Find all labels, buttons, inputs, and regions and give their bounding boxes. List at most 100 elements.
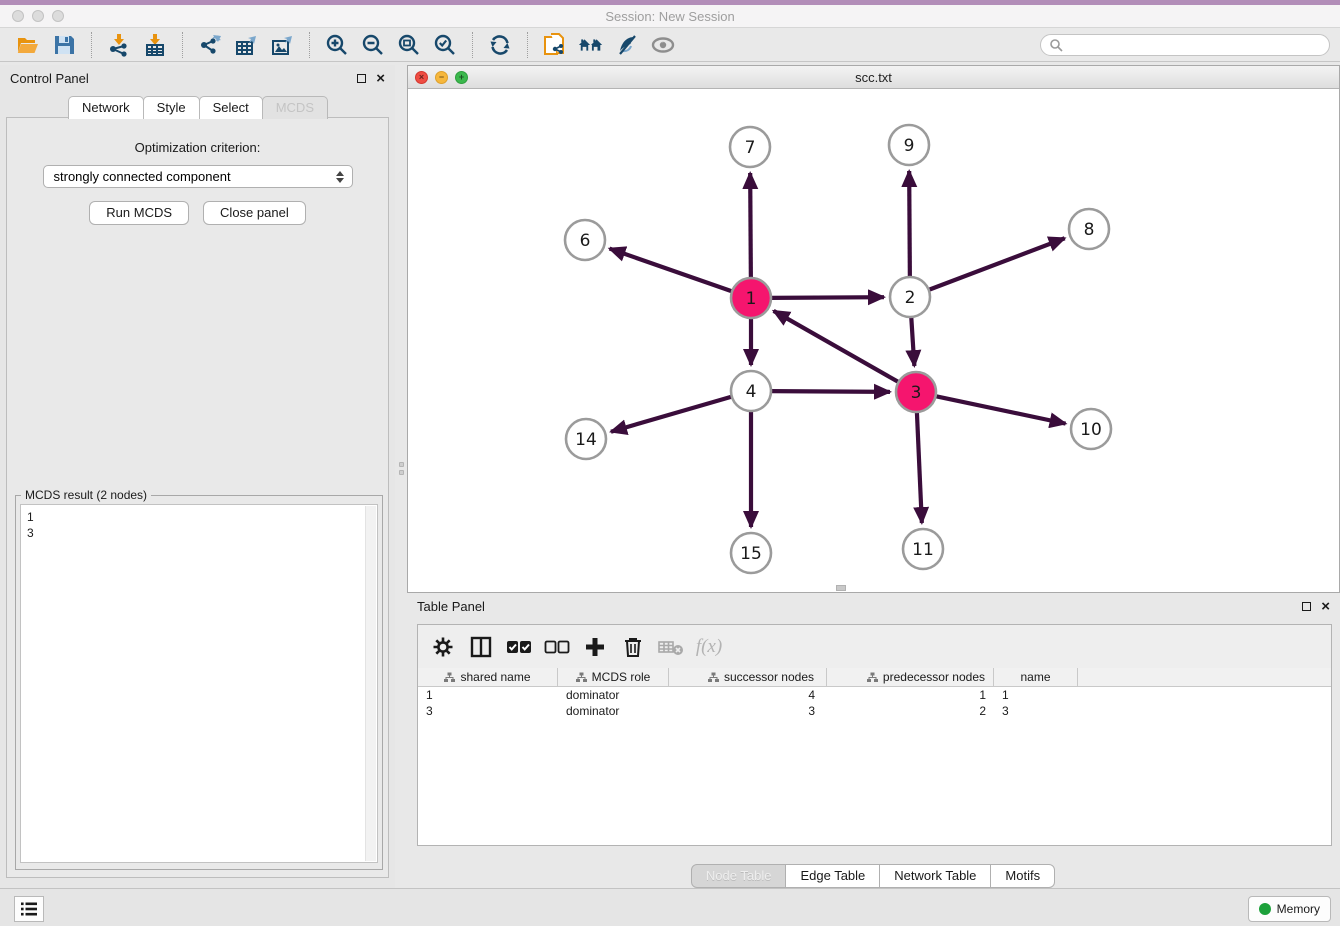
run-mcds-button[interactable]: Run MCDS (89, 201, 189, 225)
graph-edge-3-11[interactable] (917, 412, 922, 523)
eye-icon[interactable] (650, 32, 676, 58)
graph-edge-3-10[interactable] (936, 396, 1066, 423)
task-history-button[interactable] (14, 896, 44, 922)
toolbar-separator (472, 32, 473, 58)
import-network-icon[interactable] (106, 32, 132, 58)
table-row[interactable]: 1dominator411 (418, 687, 1331, 703)
graph-node-2[interactable]: 2 (890, 277, 930, 317)
splitter-handle[interactable] (398, 462, 404, 480)
close-table-panel-icon[interactable]: × (1321, 599, 1330, 614)
graph-node-1[interactable]: 1 (731, 278, 771, 318)
column-header-predecessor-nodes[interactable]: predecessor nodes (827, 668, 994, 686)
network-canvas[interactable]: 7 9 6 8 1 2 4 3 14 10 15 11 (408, 89, 1339, 592)
zoom-selected-icon[interactable] (432, 32, 458, 58)
svg-text:9: 9 (904, 136, 915, 156)
main-toolbar (0, 28, 1340, 62)
memory-button[interactable]: Memory (1248, 896, 1331, 922)
graph-node-11[interactable]: 11 (903, 529, 943, 569)
settings-gear-icon[interactable] (428, 633, 458, 661)
tab-mcds[interactable]: MCDS (262, 96, 328, 119)
node-table-container: f(x) shared nameMCDS rolesuccessor nodes… (417, 624, 1332, 846)
graph-edge-4-3[interactable] (771, 391, 890, 392)
column-header-name[interactable]: name (994, 668, 1078, 686)
graph-node-4[interactable]: 4 (731, 371, 771, 411)
delete-table-icon[interactable] (656, 633, 686, 661)
network-window-titlebar[interactable]: × − + scc.txt (408, 66, 1339, 89)
control-panel-title: Control Panel (10, 71, 89, 86)
tab-select[interactable]: Select (199, 96, 263, 119)
show-column-panel-icon[interactable] (466, 633, 496, 661)
graph-node-7[interactable]: 7 (730, 127, 770, 167)
function-builder-icon[interactable]: f(x) (694, 633, 724, 661)
mcds-result-text: 1 3 (27, 509, 34, 541)
svg-text:11: 11 (912, 540, 934, 560)
graph-edge-1-2[interactable] (771, 297, 884, 298)
zoom-fit-icon[interactable] (396, 32, 422, 58)
float-panel-icon[interactable] (357, 74, 366, 83)
list-icon (20, 901, 38, 917)
optimization-criterion-label: Optimization criterion: (7, 140, 388, 155)
graph-node-6[interactable]: 6 (565, 220, 605, 260)
tab-motifs[interactable]: Motifs (990, 864, 1055, 888)
search-input[interactable] (1063, 38, 1321, 52)
svg-text:4: 4 (746, 382, 757, 402)
hide-graphics-details-icon[interactable] (614, 32, 640, 58)
column-header-MCDS-role[interactable]: MCDS role (558, 668, 669, 686)
graph-node-10[interactable]: 10 (1071, 409, 1111, 449)
table-toolbar: f(x) (418, 625, 1331, 668)
tab-network[interactable]: Network (68, 96, 144, 119)
graph-node-9[interactable]: 9 (889, 125, 929, 165)
clone-network-icon[interactable] (542, 32, 568, 58)
import-table-icon[interactable] (142, 32, 168, 58)
optimization-criterion-select[interactable]: strongly connected component (43, 165, 353, 188)
graph-edge-1-6[interactable] (610, 249, 733, 292)
graph-edge-3-1[interactable] (774, 311, 899, 382)
tab-edge-table[interactable]: Edge Table (785, 864, 880, 888)
open-session-icon[interactable] (15, 32, 41, 58)
export-table-icon[interactable] (233, 32, 259, 58)
deselect-all-icon[interactable] (542, 633, 572, 661)
export-network-icon[interactable] (197, 32, 223, 58)
graph-node-3[interactable]: 3 (896, 372, 936, 412)
mcds-result-box[interactable]: 1 3 (20, 504, 378, 863)
graph-node-8[interactable]: 8 (1069, 209, 1109, 249)
optimization-criterion-value: strongly connected component (54, 169, 231, 184)
delete-column-icon[interactable] (618, 633, 648, 661)
svg-text:6: 6 (580, 231, 591, 251)
graph-edge-2-9[interactable] (909, 171, 910, 277)
homes-icon[interactable] (578, 32, 604, 58)
svg-text:3: 3 (911, 383, 922, 403)
toolbar-separator (91, 32, 92, 58)
graph-edge-2-3[interactable] (911, 317, 914, 366)
zoom-out-icon[interactable] (360, 32, 386, 58)
graph-edge-2-8[interactable] (929, 238, 1065, 290)
window-title: Session: New Session (0, 9, 1340, 24)
graph-node-15[interactable]: 15 (731, 533, 771, 573)
table-tabs: Node TableEdge TableNetwork TableMotifs (407, 864, 1340, 888)
tab-style[interactable]: Style (143, 96, 200, 119)
canvas-scroll-thumb[interactable] (836, 585, 846, 591)
graph-edge-4-14[interactable] (611, 397, 732, 432)
save-session-icon[interactable] (51, 32, 77, 58)
graph-node-14[interactable]: 14 (566, 419, 606, 459)
close-panel-button[interactable]: Close panel (203, 201, 306, 225)
tab-node-table[interactable]: Node Table (691, 864, 787, 888)
svg-text:8: 8 (1084, 220, 1095, 240)
close-panel-icon[interactable]: × (376, 71, 385, 86)
tab-network-table[interactable]: Network Table (879, 864, 991, 888)
apply-layout-icon[interactable] (487, 32, 513, 58)
float-table-panel-icon[interactable] (1302, 602, 1311, 611)
network-window-title: scc.txt (408, 70, 1339, 85)
column-header-shared-name[interactable]: shared name (418, 668, 558, 686)
result-scrollbar[interactable] (365, 506, 376, 861)
graph-edge-1-7[interactable] (750, 173, 751, 278)
select-all-icon[interactable] (504, 633, 534, 661)
search-field[interactable] (1040, 34, 1330, 56)
control-panel-tabs: NetworkStyleSelectMCDS (0, 96, 395, 119)
add-column-icon[interactable] (580, 633, 610, 661)
table-row[interactable]: 3dominator323 (418, 703, 1331, 719)
svg-text:15: 15 (740, 544, 762, 564)
export-image-icon[interactable] (269, 32, 295, 58)
zoom-in-icon[interactable] (324, 32, 350, 58)
column-header-successor-nodes[interactable]: successor nodes (669, 668, 827, 686)
